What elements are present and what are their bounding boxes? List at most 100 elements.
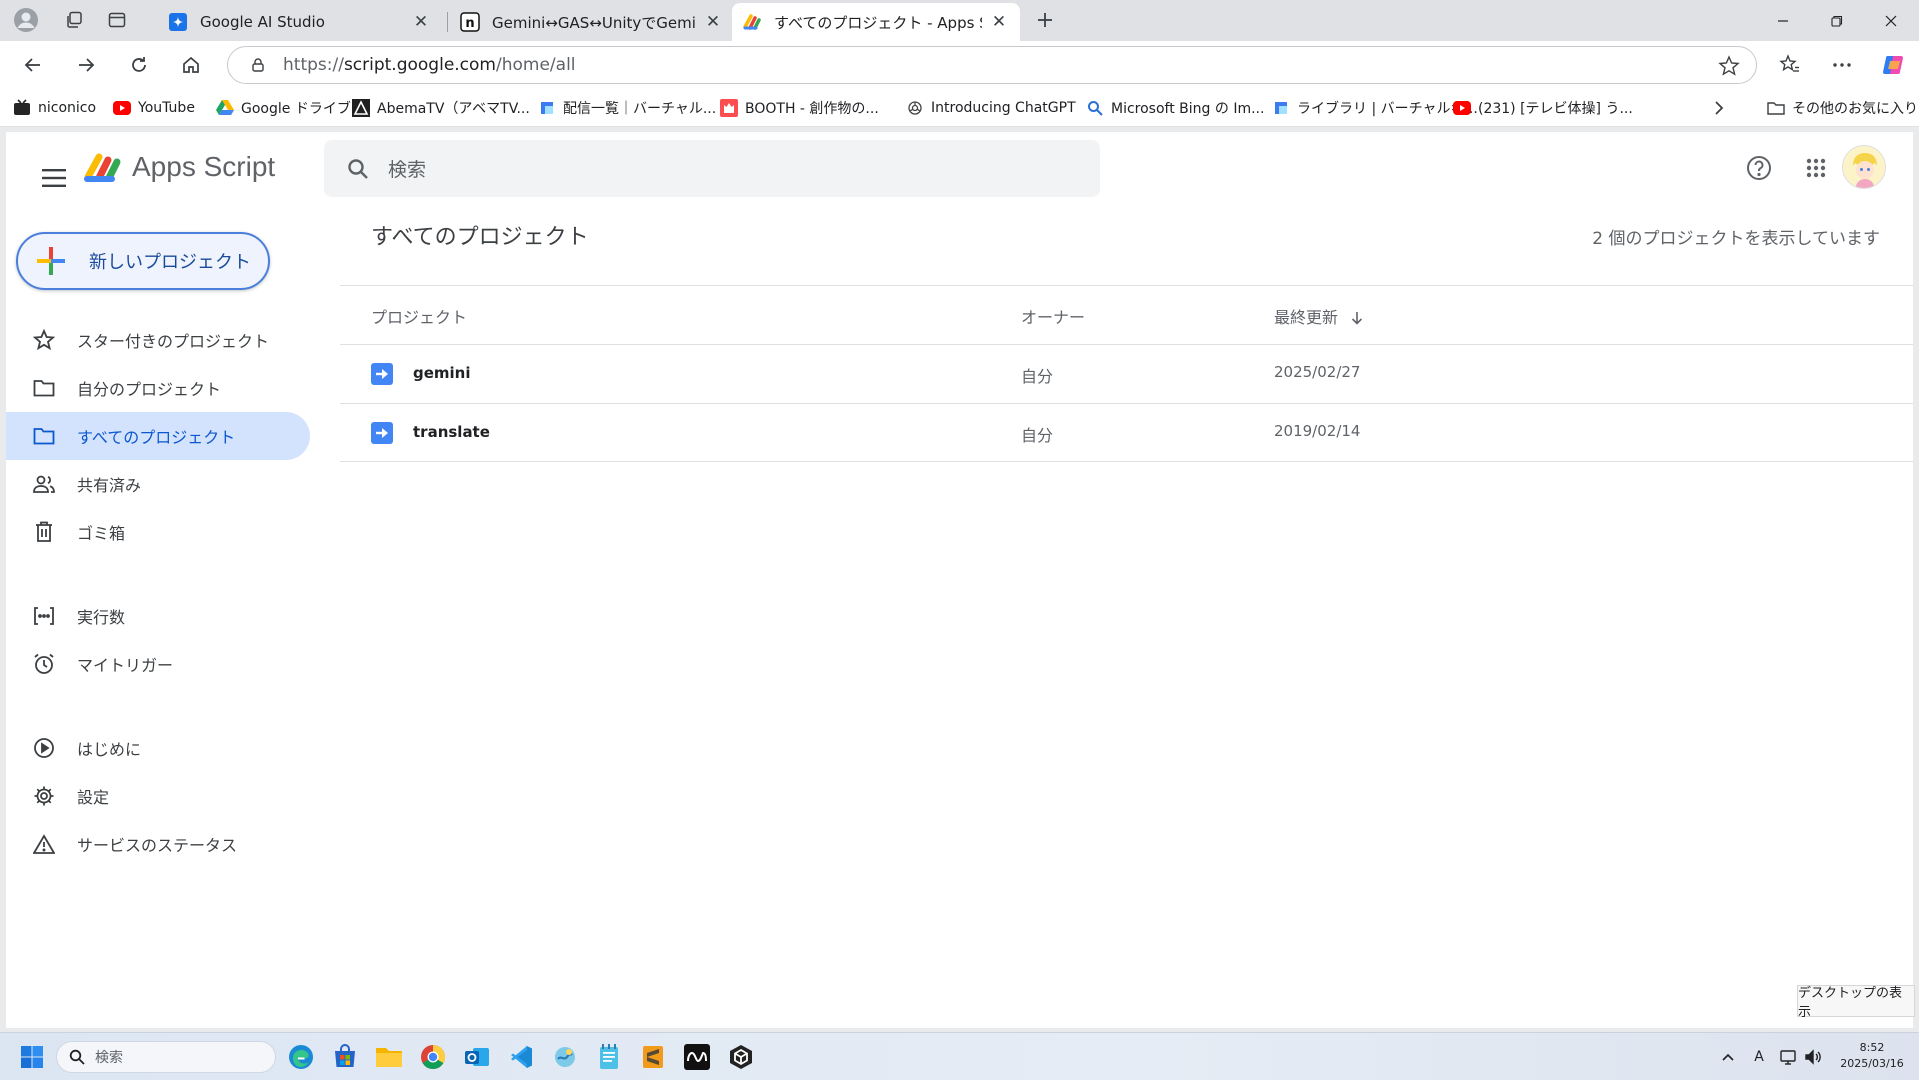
project-name[interactable]: gemini	[413, 364, 471, 382]
sidebar-item-starred[interactable]: スター付きのプロジェクト	[6, 316, 310, 364]
favorite-star-icon[interactable]	[1718, 55, 1740, 81]
bookmark-virtualcast-list[interactable]: 配信一覧｜バーチャル...	[538, 97, 716, 119]
bookmark-tv-taisou[interactable]: (231) [テレビ体操] う...	[1453, 97, 1633, 119]
vscode-icon[interactable]	[505, 1041, 537, 1073]
bookmark-bing[interactable]: Microsoft Bing の Im...	[1086, 97, 1264, 119]
close-window-icon[interactable]	[1864, 0, 1918, 41]
clock-date: 2025/03/16	[1840, 1057, 1904, 1070]
sidebar-item-label: ゴミ箱	[77, 524, 126, 543]
sidebar-item-getting-started[interactable]: はじめに	[6, 724, 310, 772]
sidebar-item-service-status[interactable]: サービスのステータス	[6, 820, 310, 868]
sidebar-item-settings[interactable]: 設定	[6, 772, 310, 820]
copilot-icon[interactable]	[1876, 47, 1912, 83]
url-text[interactable]: https://script.google.com/home/all	[283, 55, 576, 75]
page-title: すべてのプロジェクト	[371, 225, 589, 250]
search-icon	[69, 1049, 85, 1065]
tab-apps-script[interactable]: すべてのプロジェクト - Apps Script ✕	[732, 3, 1020, 41]
sidebar-item-my-projects[interactable]: 自分のプロジェクト	[6, 364, 310, 412]
show-hidden-icons-chevron-icon[interactable]	[1718, 1045, 1738, 1069]
meta-icon[interactable]	[681, 1041, 713, 1073]
pinned-app-icon[interactable]	[549, 1041, 581, 1073]
bookmark-niconico[interactable]: niconico	[13, 97, 96, 119]
restore-icon[interactable]	[1810, 0, 1864, 41]
sidebar-item-label: 設定	[77, 788, 110, 807]
bookmark-google-drive[interactable]: Google ドライブ	[216, 97, 351, 119]
close-tab-icon[interactable]: ✕	[702, 11, 724, 33]
bookmark-virtualcast-library[interactable]: ライブラリ | バーチャルキ...	[1272, 97, 1478, 119]
site-info-icon[interactable]	[247, 54, 269, 76]
close-tab-icon[interactable]: ✕	[410, 11, 432, 33]
bookmark-label: Microsoft Bing の Im...	[1111, 101, 1265, 117]
apps-script-logo[interactable]: Apps Script	[82, 150, 275, 184]
taskbar-clock[interactable]: 8:52 2025/03/16	[1832, 1040, 1912, 1072]
notepad-icon[interactable]	[593, 1041, 625, 1073]
tab-notion-article[interactable]: n Gemini↔GAS↔UnityでGeminiを使 ✕	[450, 3, 734, 41]
clock-time: 8:52	[1859, 1041, 1885, 1054]
unity-icon[interactable]	[725, 1041, 757, 1073]
bookmark-label: 配信一覧｜バーチャル...	[563, 101, 717, 117]
bookmark-booth[interactable]: BOOTH - 創作物の...	[720, 97, 879, 119]
project-name[interactable]: translate	[413, 423, 490, 441]
main-menu-icon[interactable]	[30, 154, 78, 202]
file-explorer-icon[interactable]	[373, 1041, 405, 1073]
sidebar-item-my-triggers[interactable]: マイトリガー	[6, 640, 310, 688]
table-row[interactable]: gemini 自分 2025/02/27	[340, 344, 1913, 403]
microsoft-store-icon[interactable]	[329, 1041, 361, 1073]
help-icon[interactable]	[1739, 148, 1779, 188]
bookmark-label: その他のお気に入り	[1792, 101, 1918, 117]
table-row[interactable]: translate 自分 2019/02/14	[340, 403, 1913, 462]
column-header-project[interactable]: プロジェクト	[371, 304, 467, 328]
outlook-icon[interactable]	[461, 1041, 493, 1073]
profile-icon[interactable]	[8, 4, 44, 36]
column-header-last-modified[interactable]: 最終更新	[1274, 304, 1363, 328]
bookmark-label: (231) [テレビ体操] う...	[1478, 101, 1633, 117]
refresh-icon[interactable]	[121, 47, 157, 83]
volume-icon[interactable]	[1802, 1045, 1824, 1069]
search-icon[interactable]	[344, 155, 372, 183]
workspaces-icon[interactable]	[56, 4, 92, 36]
address-bar[interactable]: https://script.google.com/home/all	[227, 46, 1757, 84]
folder-icon	[31, 375, 57, 401]
project-owner: 自分	[1021, 426, 1054, 445]
close-tab-icon[interactable]: ✕	[988, 11, 1010, 33]
sidebar-item-label: すべてのプロジェクト	[77, 428, 236, 447]
more-menu-icon[interactable]	[1824, 47, 1860, 83]
tab-actions-icon[interactable]	[99, 4, 135, 36]
sort-descending-icon[interactable]	[1351, 311, 1363, 325]
favorites-icon[interactable]	[1772, 47, 1808, 83]
windows-start-icon[interactable]	[16, 1041, 48, 1073]
sidebar-item-trash[interactable]: ゴミ箱	[6, 508, 310, 556]
sidebar-item-executions[interactable]: 実行数	[6, 592, 310, 640]
column-header-owner[interactable]: オーナー	[1021, 304, 1085, 328]
bookmark-youtube[interactable]: YouTube	[113, 97, 195, 119]
minimize-icon[interactable]	[1756, 0, 1810, 41]
network-icon[interactable]	[1778, 1045, 1800, 1069]
home-icon[interactable]	[173, 47, 209, 83]
tab-divider	[447, 12, 448, 32]
forward-icon[interactable]	[68, 47, 104, 83]
sidebar-item-shared[interactable]: 共有済み	[6, 460, 310, 508]
edge-browser-icon[interactable]	[285, 1041, 317, 1073]
new-project-label: 新しいプロジェクト	[89, 252, 251, 273]
show-desktop-tooltip: デスクトップの表示	[1797, 985, 1915, 1020]
project-search-box[interactable]: 検索	[324, 140, 1100, 197]
bookmark-chatgpt[interactable]: Introducing ChatGPT	[906, 97, 1076, 119]
google-apps-grid-icon[interactable]	[1796, 148, 1836, 188]
sublime-text-icon[interactable]	[637, 1041, 669, 1073]
svg-text:n: n	[465, 16, 474, 31]
sidebar-item-label: 自分のプロジェクト	[77, 380, 222, 399]
chrome-icon[interactable]	[417, 1041, 449, 1073]
new-tab-icon[interactable]	[1027, 4, 1063, 36]
play-circle-icon	[31, 735, 57, 761]
ime-mode-indicator[interactable]: A	[1748, 1045, 1770, 1069]
sidebar-item-all-projects[interactable]: すべてのプロジェクト	[6, 412, 310, 460]
new-project-button[interactable]: 新しいプロジェクト	[16, 232, 270, 290]
taskbar-search-box[interactable]: 検索	[56, 1041, 276, 1073]
bookmarks-overflow-chevron-icon[interactable]	[1713, 97, 1725, 119]
bookmark-abema[interactable]: AbemaTV（アベマTV...	[352, 97, 530, 119]
account-avatar[interactable]	[1842, 145, 1886, 189]
back-icon[interactable]	[15, 47, 51, 83]
other-favorites-folder[interactable]: その他のお気に入り	[1767, 97, 1918, 119]
tab-google-ai-studio[interactable]: Google AI Studio ✕	[158, 3, 442, 41]
settings-icon	[31, 783, 57, 809]
